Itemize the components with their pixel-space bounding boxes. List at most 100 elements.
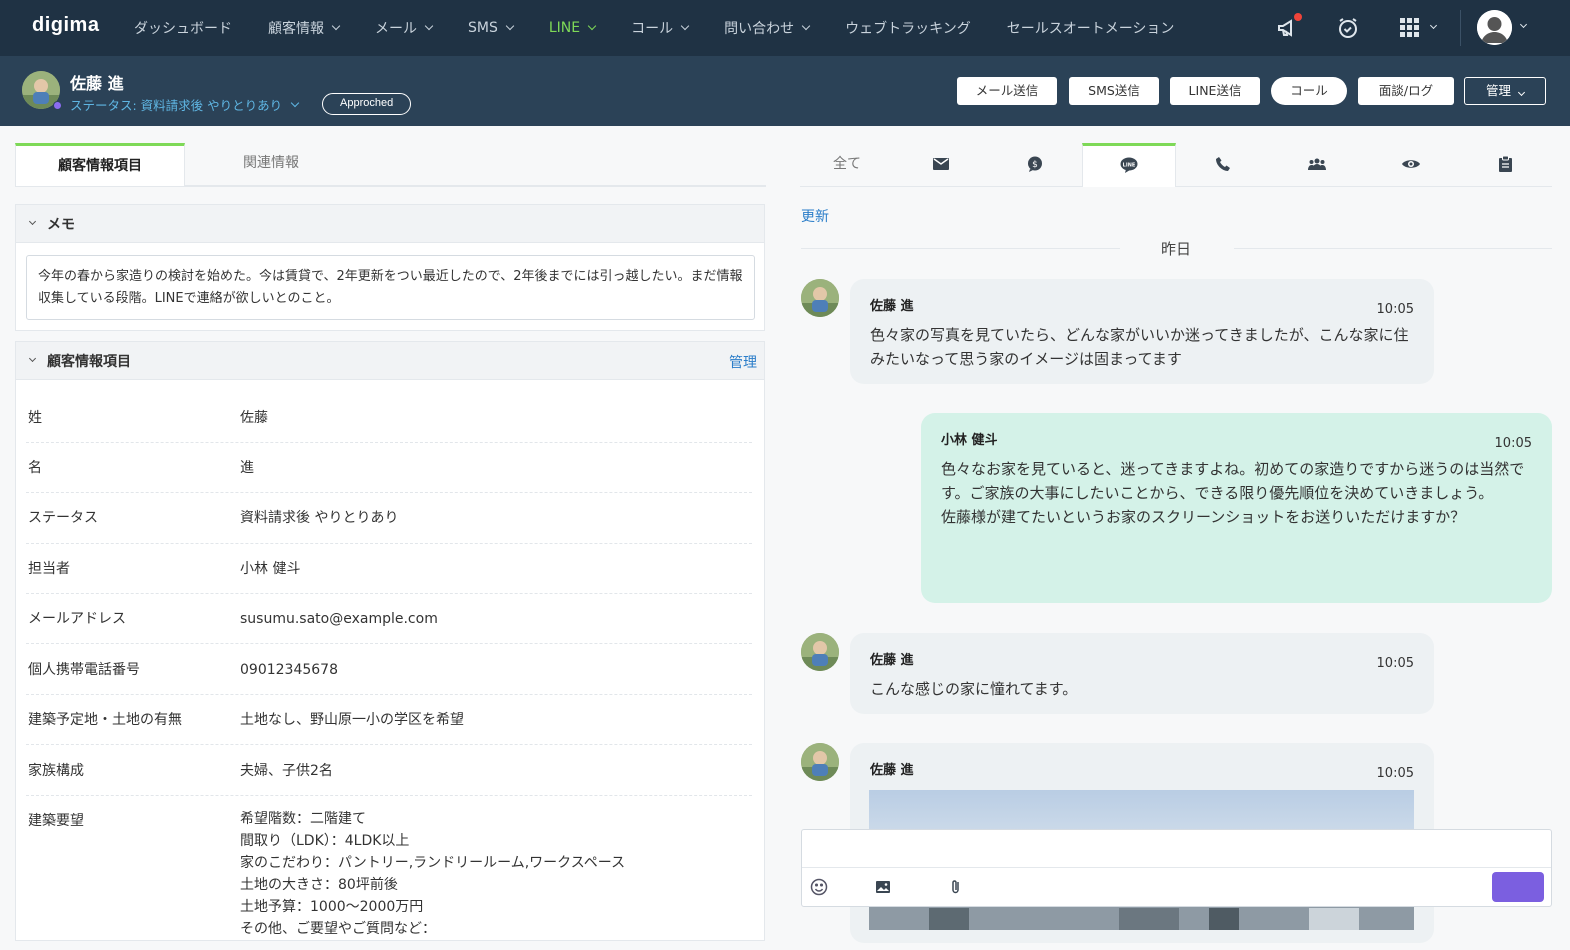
meeting-icon (1308, 158, 1326, 170)
field-row: 担当者 小林 健斗 (26, 558, 752, 594)
nav-mail[interactable]: メール (375, 18, 434, 38)
chevron-down-icon (1429, 21, 1438, 30)
field-row: 名進 (26, 457, 752, 493)
message-bubble: 小林 健斗 10:05 色々なお家を見ていると、迷ってきますよね。初めての家造り… (921, 413, 1552, 603)
tab-related-info[interactable]: 関連情報 (201, 143, 341, 186)
tab-view[interactable] (1364, 143, 1458, 186)
sms-icon: $ (1028, 156, 1042, 172)
field-row: 建築予定地・土地の有無 土地なし、野山原一小の学区を希望 (26, 709, 752, 745)
send-line-button[interactable]: LINE送信 (1170, 77, 1260, 105)
tab-mail[interactable] (894, 143, 988, 186)
message-sender: 佐藤 進 (870, 299, 914, 314)
chevron-down-icon (505, 21, 515, 31)
nav-web-tracking[interactable]: ウェブトラッキング (845, 18, 971, 38)
message-time: 10:05 (1376, 302, 1414, 317)
chevron-down-icon (28, 217, 37, 226)
status-dot (53, 101, 62, 110)
emoji-icon[interactable] (810, 878, 828, 896)
message-time: 10:05 (1376, 656, 1414, 671)
mail-icon (933, 158, 949, 170)
sender-avatar (801, 633, 839, 671)
svg-text:$: $ (1032, 160, 1038, 170)
tab-line[interactable]: LINE (1082, 143, 1176, 187)
clipboard-icon (1498, 155, 1512, 172)
nav-customers[interactable]: 顧客情報 (268, 18, 341, 38)
svg-text:LINE: LINE (1123, 163, 1136, 169)
digima-logo[interactable]: digima (32, 14, 99, 37)
chevron-down-icon (680, 21, 690, 31)
meeting-log-button[interactable]: 面談/ログ (1358, 77, 1454, 105)
main-menu: ダッシュボード 顧客情報 メール SMS LINE コール 問い合わせ ウェブト… (134, 0, 1210, 56)
message-bubble: 佐藤 進 10:05 こんな感じの家に憧れてます。 (850, 633, 1434, 714)
message-text: こんな感じの家に憧れてます。 (870, 680, 1078, 698)
attachment-icon[interactable] (947, 878, 965, 896)
manage-dropdown-button[interactable]: 管理 (1464, 77, 1546, 105)
message-sender: 小林 健斗 (941, 433, 998, 448)
chevron-down-icon (1517, 88, 1526, 97)
fields-manage-link[interactable]: 管理 (729, 352, 757, 372)
field-row: 家族構成 夫婦、子供2名 (26, 760, 752, 796)
nav-call[interactable]: コール (631, 18, 690, 38)
customer-fields-header[interactable]: 顧客情報項目 (16, 342, 764, 380)
notification-dot (1294, 13, 1302, 21)
apps-grid-icon[interactable] (1398, 16, 1438, 40)
send-sms-button[interactable]: SMS送信 (1069, 77, 1159, 105)
chevron-down-icon (801, 21, 811, 31)
message-time: 10:05 (1494, 436, 1532, 451)
chevron-down-icon[interactable] (1519, 20, 1528, 29)
message-composer (801, 829, 1552, 907)
field-row: ステータス 資料請求後 やりとりあり (26, 507, 752, 544)
nav-inquiry[interactable]: 問い合わせ (724, 18, 811, 38)
tab-customer-info[interactable]: 顧客情報項目 (15, 143, 185, 186)
nav-divider (1460, 10, 1461, 46)
left-tab-bar: 顧客情報項目 関連情報 (15, 143, 766, 187)
sender-avatar (801, 279, 839, 317)
tab-sms[interactable]: $ (988, 143, 1082, 186)
refresh-link[interactable]: 更新 (801, 206, 829, 226)
customer-fields-panel: 顧客情報項目 管理 姓佐藤 名進 ステータス 資料請求後 やりとりあり 担当者 小… (15, 341, 765, 941)
call-button[interactable]: コール (1271, 77, 1347, 105)
memo-panel: メモ 今年の春から家造りの検討を始めた。今は賃貸で、2年更新をつい最近したので、… (15, 204, 765, 331)
top-nav: digima ダッシュボード 顧客情報 メール SMS LINE コール 問い合… (0, 0, 1570, 56)
nav-dashboard[interactable]: ダッシュボード (134, 18, 232, 38)
message-time: 10:05 (1376, 766, 1414, 781)
tab-task[interactable] (1458, 143, 1552, 186)
tab-meeting[interactable] (1270, 143, 1364, 186)
nav-line[interactable]: LINE (549, 20, 597, 36)
nav-sms[interactable]: SMS (468, 20, 515, 36)
user-avatar-icon[interactable] (1477, 10, 1512, 45)
view-icon (1402, 160, 1420, 168)
field-row: 姓佐藤 (26, 407, 752, 443)
message-bubble: 佐藤 進 10:05 色々家の写真を見ていたら、どんな家がいいか迷ってきましたが… (850, 279, 1434, 384)
chevron-down-icon (290, 98, 300, 107)
megaphone-icon[interactable] (1276, 13, 1302, 40)
activity-tab-bar: 全て $ LINE (800, 143, 1552, 187)
customer-name: 佐藤 進 (70, 74, 124, 93)
send-mail-button[interactable]: メール送信 (957, 77, 1057, 105)
message-sender: 佐藤 進 (870, 763, 914, 778)
day-divider-line (801, 248, 1120, 249)
message-sender: 佐藤 進 (870, 653, 914, 668)
sender-avatar (801, 743, 839, 781)
send-button[interactable] (1492, 872, 1544, 902)
nav-sales-automation[interactable]: セールスオートメーション (1007, 18, 1175, 38)
memo-text[interactable]: 今年の春から家造りの検討を始めた。今は賃貸で、2年更新をつい最近したので、2年後… (26, 255, 755, 320)
alarm-clock-icon[interactable] (1336, 16, 1360, 40)
memo-header[interactable]: メモ (16, 205, 764, 243)
chevron-down-icon (28, 354, 37, 363)
customer-status-dropdown[interactable]: ステータス: 資料請求後 やりとりあり (70, 95, 300, 114)
message-input[interactable] (802, 830, 1551, 868)
chevron-down-icon (424, 21, 434, 31)
chevron-down-icon (587, 21, 597, 31)
field-row: 建築要望 希望階数：二階建て 間取り（LDK）：4LDK以上 家のこだわり：パント… (28, 811, 626, 937)
status-badge: Approched (322, 93, 412, 115)
field-row: メールアドレス susumu.sato@example.com (26, 608, 752, 644)
tab-all[interactable]: 全て (800, 143, 894, 186)
message-text: 色々家の写真を見ていたら、どんな家がいいか迷ってきましたが、こんな家に住みたいな… (870, 326, 1409, 368)
tab-call[interactable] (1176, 143, 1270, 186)
image-icon[interactable] (874, 878, 892, 896)
field-row: 個人携帯電話番号 09012345678 (26, 659, 752, 695)
day-divider-line (1234, 248, 1552, 249)
line-icon: LINE (1120, 157, 1138, 173)
day-separator: 昨日 (1160, 240, 1191, 258)
